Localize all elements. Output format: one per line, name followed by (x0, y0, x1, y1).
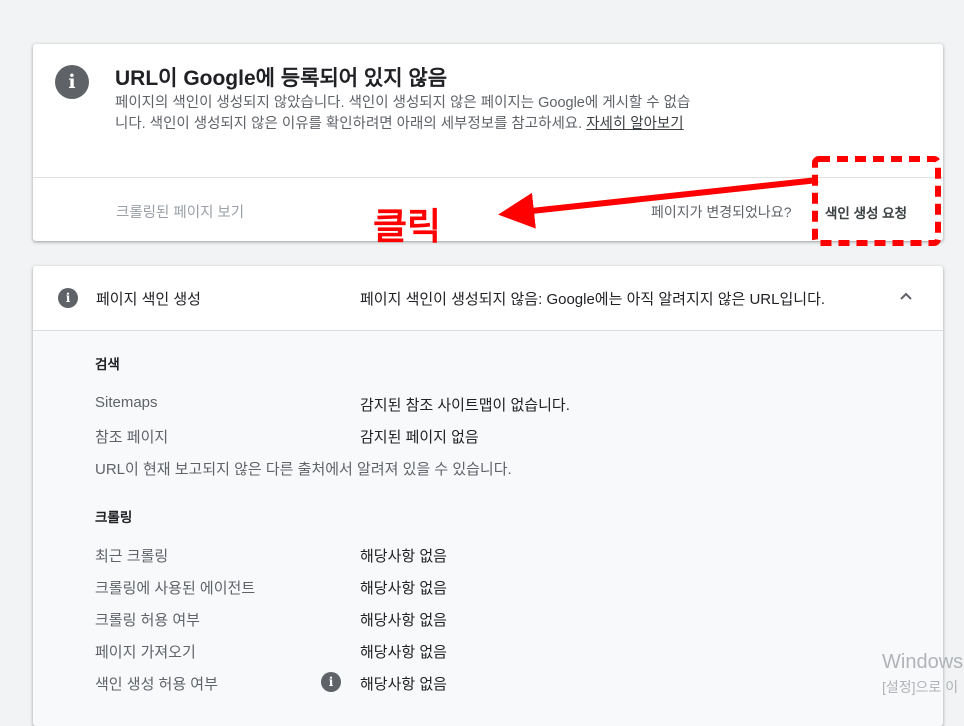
card-divider (33, 177, 943, 178)
request-indexing-button[interactable]: 색인 생성 요청 (825, 202, 907, 222)
status-description: 페이지의 색인이 생성되지 않았습니다. 색인이 생성되지 않은 페이지는 Go… (115, 93, 695, 134)
discovery-note: URL이 현재 보고되지 않은 다른 출처에서 알려져 있을 수 있습니다. (95, 461, 512, 478)
indexing-allowed-value: 해당사항 없음 (360, 676, 447, 693)
view-crawled-page-button[interactable]: 크롤링된 페이지 보기 (116, 201, 244, 222)
annotation-click-label: 클릭 (373, 205, 442, 248)
crawl-section-title: 크롤링 (95, 510, 133, 525)
status-title: URL이 Google에 등록되어 있지 않음 (115, 67, 448, 90)
page-changed-question: 페이지가 변경되었나요? (651, 204, 792, 220)
page-fetch-value: 해당사항 없음 (360, 644, 447, 661)
page-indexing-label: 페이지 색인 생성 (96, 291, 201, 308)
crawled-as-label: 크롤링에 사용된 에이전트 (95, 580, 256, 597)
sitemaps-label: Sitemaps (95, 394, 158, 411)
last-crawl-label: 최근 크롤링 (95, 548, 169, 565)
sitemaps-value: 감지된 참조 사이트맵이 없습니다. (360, 397, 570, 414)
indexing-allowed-label: 색인 생성 허용 여부 (95, 676, 218, 693)
page-indexing-status: 페이지 색인이 생성되지 않음: Google에는 아직 알려지지 않은 URL… (360, 291, 826, 308)
windows-watermark-title: Windows (882, 651, 964, 673)
page-fetch-label: 페이지 가져오기 (95, 644, 196, 661)
learn-more-link[interactable]: 자세히 알아보기 (586, 116, 683, 132)
url-status-card: i URL이 Google에 등록되어 있지 않음 페이지의 색인이 생성되지 … (33, 44, 943, 241)
last-crawl-value: 해당사항 없음 (360, 548, 447, 565)
page-indexing-card: i 페이지 색인 생성 페이지 색인이 생성되지 않음: Google에는 아직… (33, 266, 943, 726)
discovery-section-title: 검색 (95, 357, 120, 372)
chevron-up-icon[interactable] (899, 288, 913, 306)
crawled-as-value: 해당사항 없음 (360, 580, 447, 597)
windows-watermark-subtitle: [설정]으로 이 (882, 679, 959, 695)
referring-page-label: 참조 페이지 (95, 429, 169, 446)
info-icon: i (58, 288, 78, 308)
info-icon[interactable]: i (321, 672, 341, 692)
info-icon: i (55, 65, 89, 99)
crawl-allowed-value: 해당사항 없음 (360, 612, 447, 629)
crawl-allowed-label: 크롤링 허용 여부 (95, 612, 200, 629)
referring-page-value: 감지된 페이지 없음 (360, 429, 479, 446)
page-indexing-header[interactable]: i 페이지 색인 생성 페이지 색인이 생성되지 않음: Google에는 아직… (33, 266, 943, 331)
